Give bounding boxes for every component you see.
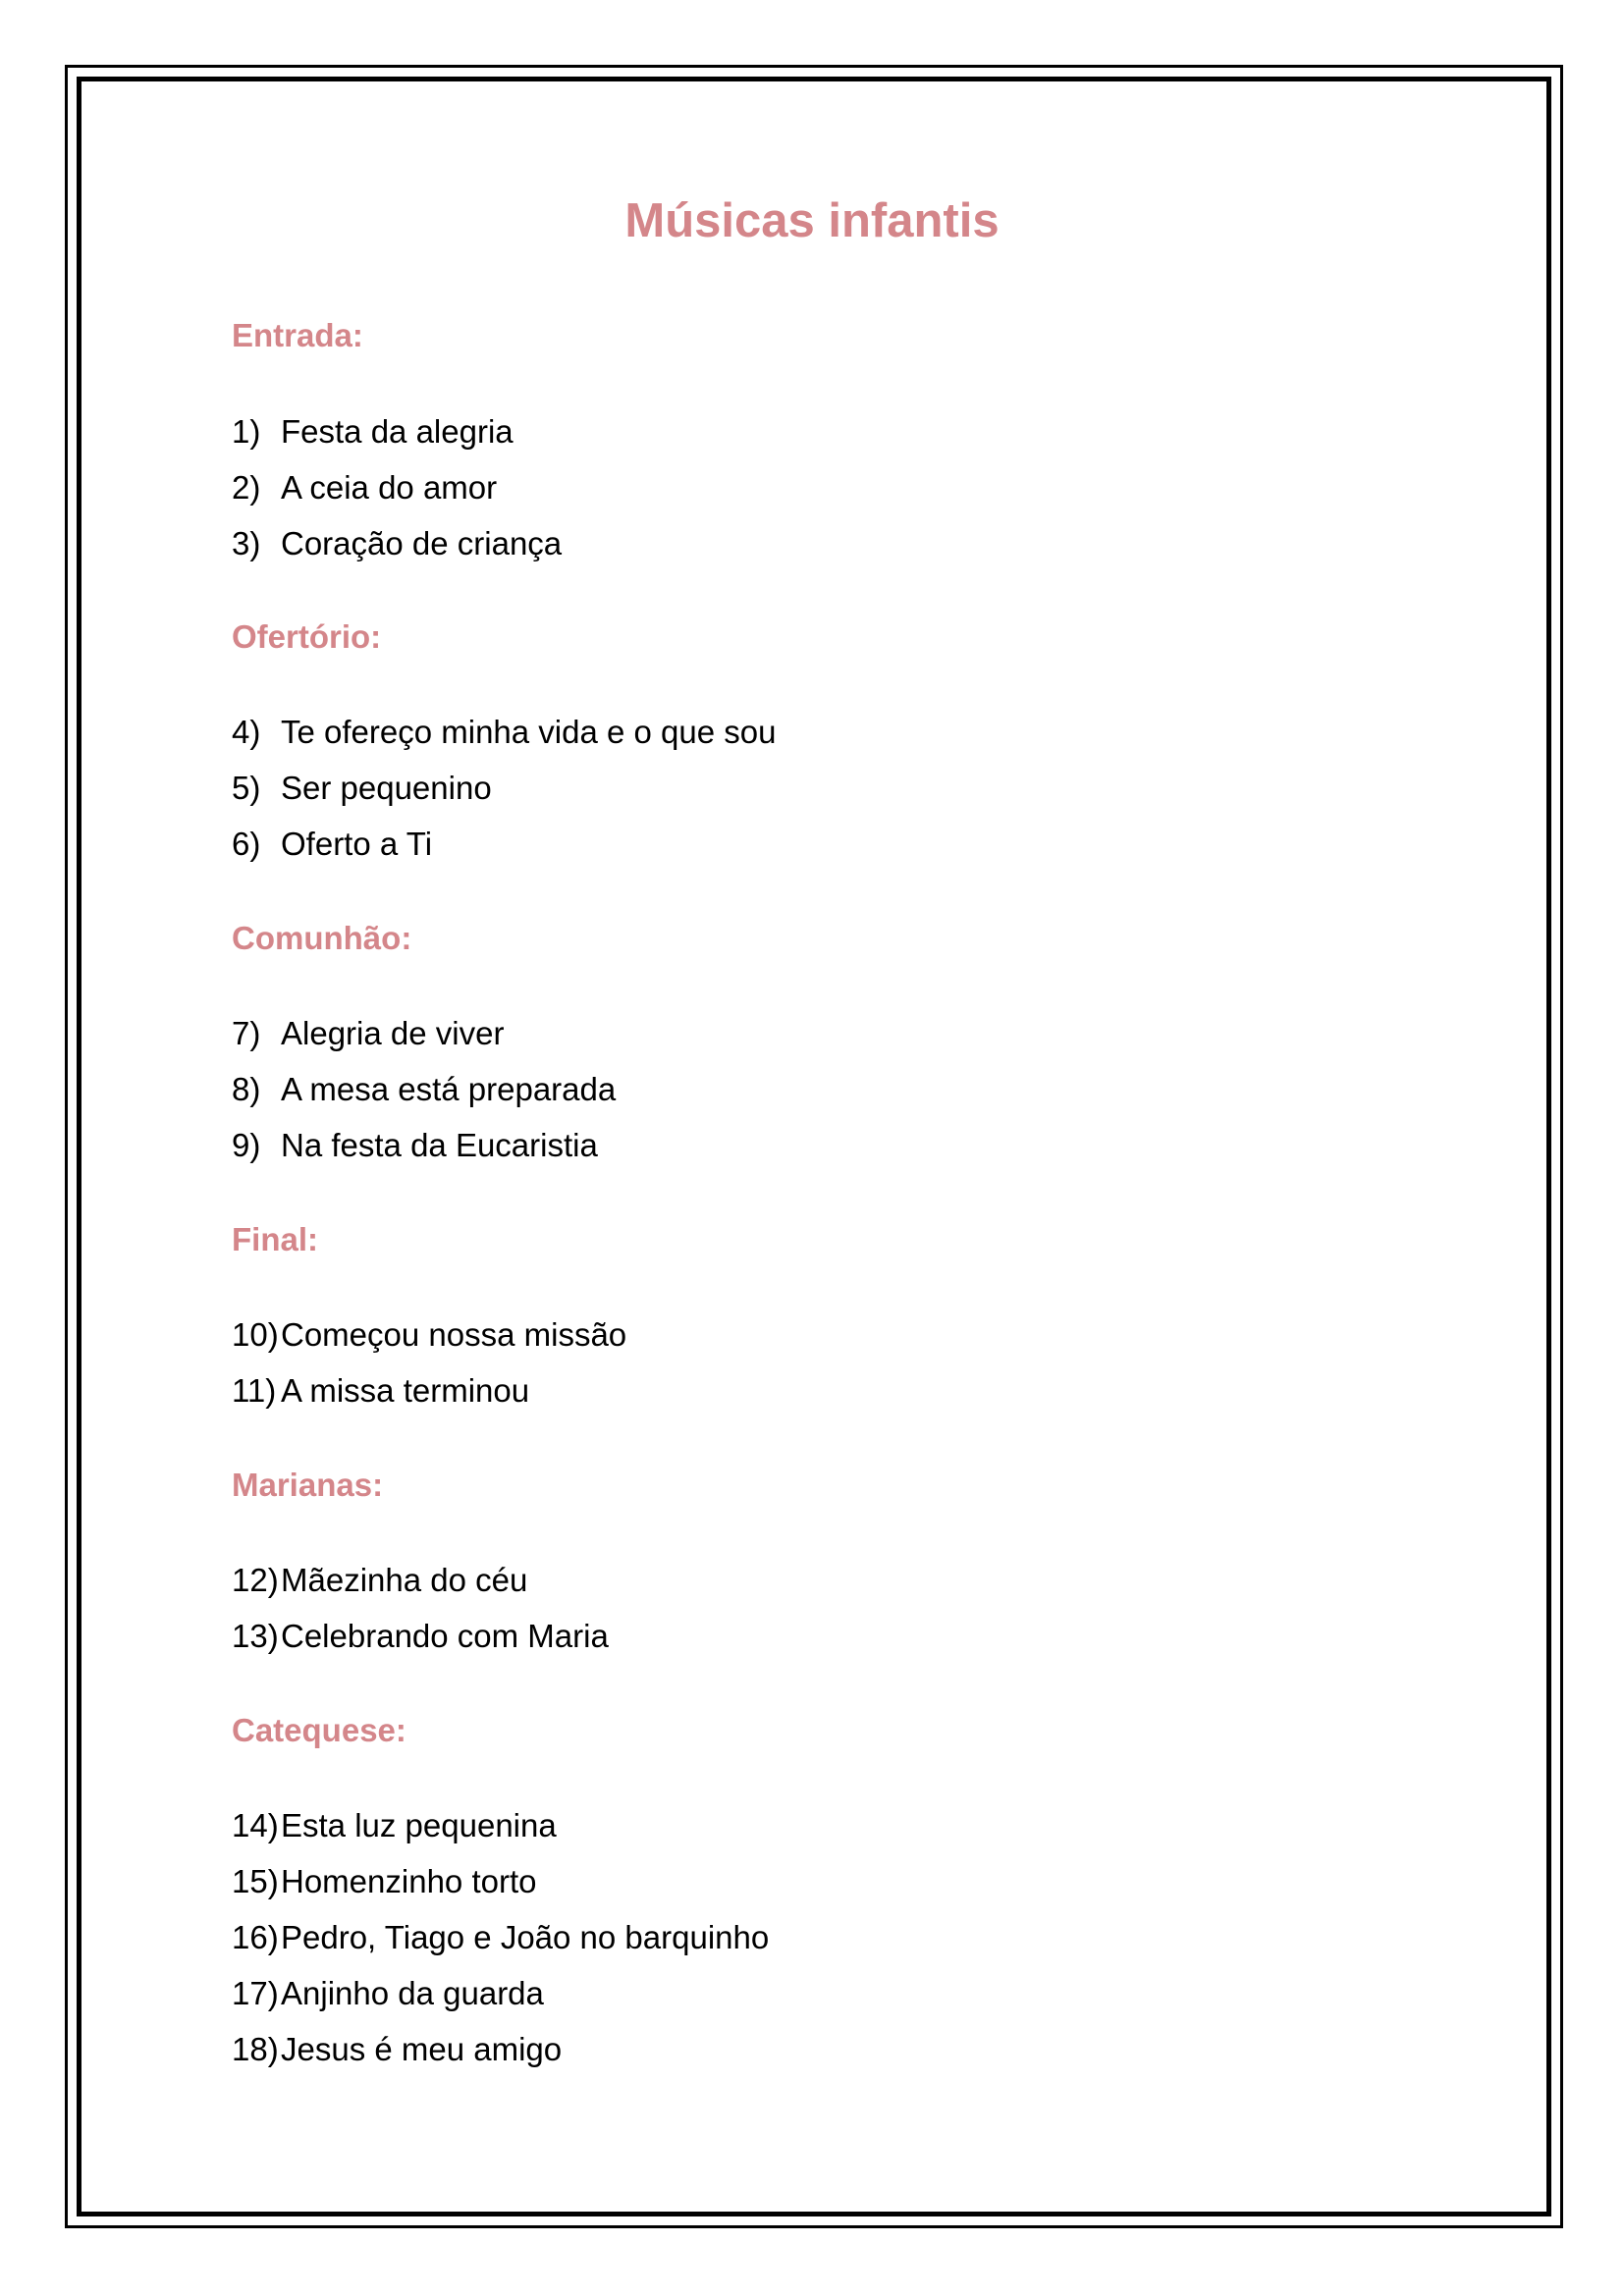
item-number: 10)	[232, 1316, 279, 1353]
item-title: Te ofereço minha vida e o que sou	[281, 714, 777, 750]
item-number: 12)	[232, 1562, 279, 1598]
list-item: 9) Na festa da Eucaristia	[232, 1124, 598, 1167]
item-title: Mãezinha do céu	[281, 1562, 528, 1598]
item-number: 6)	[232, 826, 261, 862]
section-heading-catequese: Catequese:	[232, 1712, 406, 1748]
list-item: 4) Te ofereço minha vida e o que sou	[232, 711, 777, 754]
section-heading-ofertorio: Ofertório:	[232, 618, 382, 655]
item-number: 2)	[232, 469, 261, 506]
item-number: 11)	[232, 1372, 277, 1409]
item-number: 15)	[232, 1863, 279, 1899]
item-title: Oferto a Ti	[281, 826, 433, 862]
item-title: Homenzinho torto	[281, 1863, 537, 1899]
list-item: 7) Alegria de viver	[232, 1012, 504, 1055]
item-number: 3)	[232, 525, 261, 561]
item-title: Jesus é meu amigo	[281, 2031, 563, 2067]
item-title: Celebrando com Maria	[281, 1618, 609, 1654]
item-title: A mesa está preparada	[281, 1071, 617, 1107]
list-item: 2) A ceia do amor	[232, 466, 497, 509]
item-number: 1)	[232, 413, 261, 450]
item-title: Esta luz pequenina	[281, 1807, 557, 1843]
list-item: 12)Mãezinha do céu	[232, 1559, 527, 1602]
item-number: 8)	[232, 1071, 261, 1107]
list-item: 1) Festa da alegria	[232, 410, 514, 454]
section-heading-entrada: Entrada:	[232, 317, 363, 353]
list-item: 18)Jesus é meu amigo	[232, 2028, 562, 2071]
item-title: A missa terminou	[281, 1372, 530, 1409]
item-number: 5)	[232, 770, 261, 806]
item-title: Anjinho da guarda	[281, 1975, 544, 2011]
item-title: Coração de criança	[281, 525, 563, 561]
list-item: 8) A mesa está preparada	[232, 1068, 616, 1111]
item-number: 16)	[232, 1919, 279, 1955]
section-heading-marianas: Marianas:	[232, 1467, 384, 1503]
item-number: 18)	[232, 2031, 279, 2067]
list-item: 15)Homenzinho torto	[232, 1860, 536, 1903]
item-number: 4)	[232, 714, 261, 750]
item-number: 9)	[232, 1127, 261, 1163]
item-number: 17)	[232, 1975, 279, 2011]
list-item: 13)Celebrando com Maria	[232, 1615, 609, 1658]
item-title: Festa da alegria	[281, 413, 514, 450]
list-item: 10)Começou nossa missão	[232, 1313, 626, 1357]
list-item: 16)Pedro, Tiago e João no barquinho	[232, 1916, 769, 1959]
list-item: 6) Oferto a Ti	[232, 823, 432, 866]
item-number: 13)	[232, 1618, 279, 1654]
item-title: Pedro, Tiago e João no barquinho	[281, 1919, 770, 1955]
item-title: Ser pequenino	[281, 770, 492, 806]
list-item: 3) Coração de criança	[232, 522, 562, 565]
section-heading-final: Final:	[232, 1221, 318, 1257]
list-item: 11) A missa terminou	[232, 1369, 529, 1413]
item-number: 7)	[232, 1015, 261, 1051]
item-title: Alegria de viver	[281, 1015, 505, 1051]
item-number: 14)	[232, 1807, 279, 1843]
item-title: A ceia do amor	[281, 469, 498, 506]
item-title: Começou nossa missão	[281, 1316, 627, 1353]
list-item: 5) Ser pequenino	[232, 767, 492, 810]
item-title: Na festa da Eucaristia	[281, 1127, 598, 1163]
list-item: 17)Anjinho da guarda	[232, 1972, 544, 2015]
list-item: 14)Esta luz pequenina	[232, 1804, 557, 1847]
document-title: Músicas infantis	[624, 194, 1000, 247]
section-heading-comunhao: Comunhão:	[232, 920, 412, 956]
